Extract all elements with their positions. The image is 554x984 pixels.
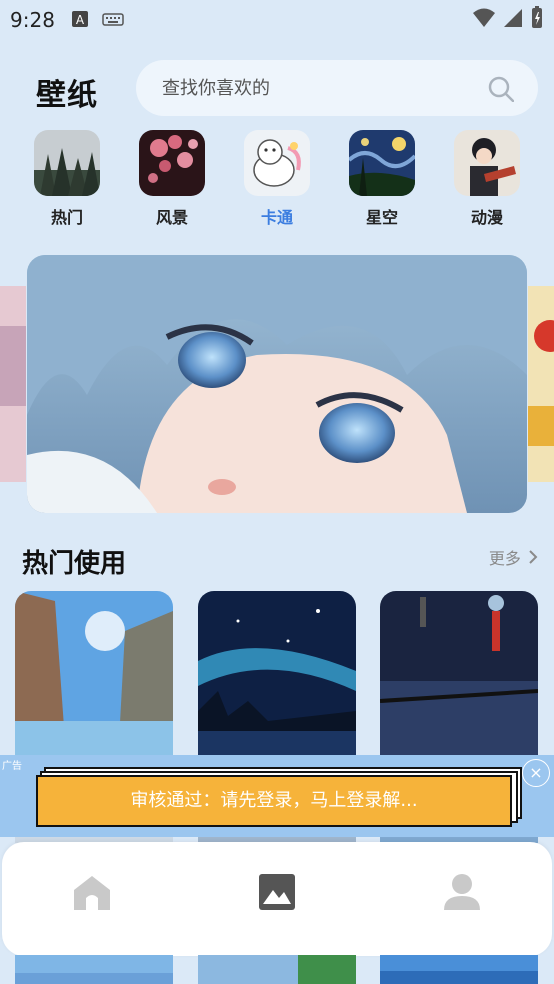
keyboard-a-icon: A [72,11,88,27]
section-title: 热门使用 [22,549,127,579]
search-input[interactable] [160,76,464,100]
ad-banner[interactable]: 广告 审核通过：请先登录，马上登录解... × [0,755,554,837]
bottom-nav [2,842,552,956]
category-label: 热门 [50,208,83,227]
category-label: 星空 [365,208,398,227]
category-thumb-anime [454,130,520,196]
more-label: 更多 [488,549,521,568]
category-cartoon[interactable]: 卡通 [242,130,312,228]
category-label: 动漫 [470,208,503,227]
next-card[interactable] [15,955,173,984]
search-bar[interactable] [136,60,538,116]
page-title: 壁纸 [36,78,98,113]
wallpaper-card[interactable] [15,591,173,757]
wallpaper-card[interactable] [380,591,538,757]
category-starry[interactable]: 星空 [347,130,417,228]
ad-close-button[interactable]: × [522,759,550,787]
category-row: 热门 风景 卡通 星空 动漫 [0,130,554,230]
person-icon[interactable] [442,872,482,912]
banner-image[interactable] [27,255,527,513]
wallpaper-card[interactable] [198,591,356,757]
home-icon[interactable] [72,872,112,912]
search-icon[interactable] [488,76,514,102]
signal-icon [504,9,522,27]
banner-prev-peek[interactable] [0,286,26,482]
status-time: 9:28 [10,8,55,32]
status-right [472,6,544,30]
category-anime[interactable]: 动漫 [452,130,522,228]
category-label: 卡通 [260,208,293,227]
next-card[interactable] [380,955,538,984]
keyboard-icon [102,13,124,26]
category-thumb-starry [349,130,415,196]
category-thumb-hot [34,130,100,196]
status-bar: 9:28 A [0,0,554,38]
ad-login-button[interactable]: 审核通过：请先登录，马上登录解... [36,775,512,827]
category-label: 风景 [155,208,188,227]
chevron-right-icon [529,550,538,564]
category-thumb-cartoon [244,130,310,196]
battery-icon [532,6,542,28]
category-hot[interactable]: 热门 [32,130,102,228]
next-card[interactable] [198,955,356,984]
category-thumb-scenery [139,130,205,196]
category-scenery[interactable]: 风景 [137,130,207,228]
svg-text:A: A [76,13,85,27]
wifi-icon [473,8,495,27]
image-icon[interactable] [257,872,297,912]
banner-next-peek[interactable] [528,286,554,482]
more-link[interactable]: 更多 [489,545,538,569]
ad-tag: 广告 [2,761,22,772]
